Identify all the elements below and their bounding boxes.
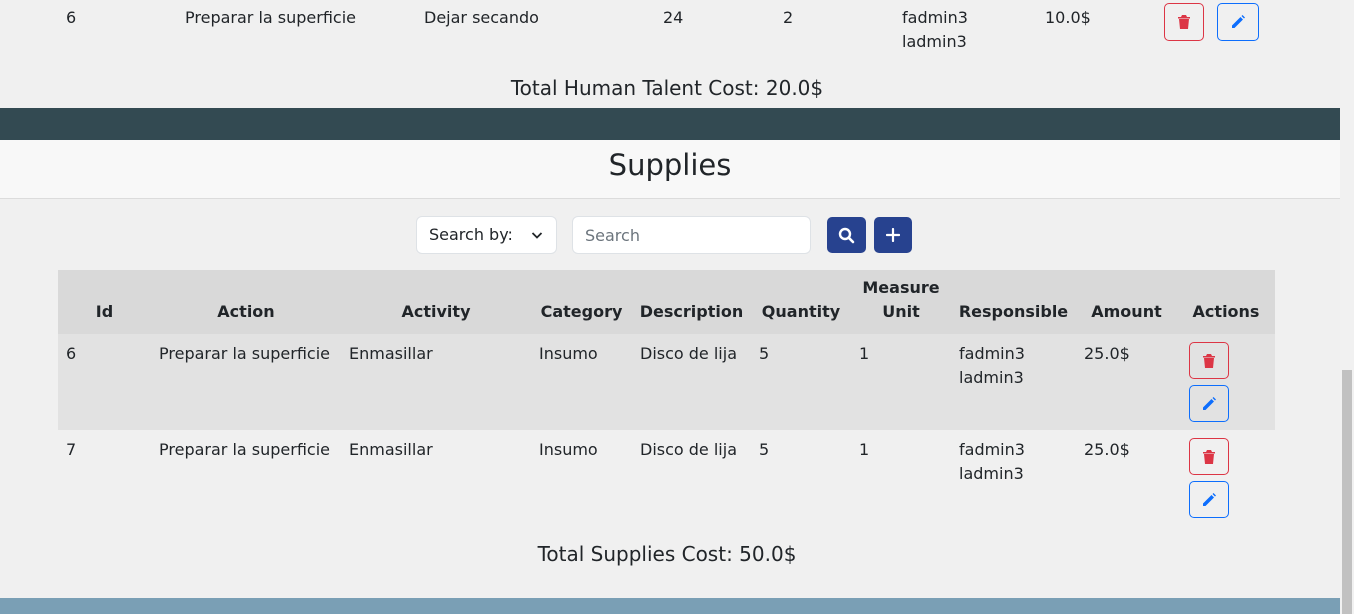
cell-description: Disco de lija — [640, 440, 737, 459]
column-header-action: Action — [217, 302, 275, 321]
supplies-table: Id Action Activity Category Description … — [58, 270, 1275, 526]
table-row: 6 Preparar la superficie Enmasillar Insu… — [58, 334, 1275, 430]
responsible-1: fadmin3 — [959, 344, 1025, 363]
ht-delete-button[interactable] — [1164, 3, 1204, 41]
column-header-activity: Activity — [401, 302, 471, 321]
cell-amount: 25.0$ — [1084, 440, 1130, 459]
trash-icon — [1203, 449, 1215, 464]
column-header-category: Category — [540, 302, 623, 321]
search-button[interactable] — [827, 217, 866, 253]
supplies-total: Total Supplies Cost: 50.0$ — [537, 542, 797, 566]
pencil-icon — [1203, 492, 1216, 506]
search-icon — [838, 227, 855, 243]
ht-people: 2 — [783, 8, 794, 27]
cell-actions — [1177, 430, 1275, 526]
ht-action: Preparar la superficie — [185, 8, 356, 27]
cell-description: Disco de lija — [640, 344, 737, 363]
cell-activity: Enmasillar — [349, 440, 433, 459]
ht-edit-button[interactable] — [1217, 3, 1259, 41]
search-by-label: Search by: — [429, 225, 513, 244]
section-divider-band — [0, 108, 1340, 140]
human-talent-row: 6 Preparar la superficie Dejar secando 2… — [0, 0, 1340, 64]
edit-button[interactable] — [1189, 481, 1229, 518]
column-header-measure-unit: Measure Unit — [851, 270, 951, 334]
trash-icon — [1203, 353, 1215, 368]
column-header-quantity: Quantity — [761, 302, 841, 321]
measure-unit-line-1: Measure — [862, 278, 940, 297]
column-header-description: Description — [639, 302, 744, 321]
cell-responsible: fadmin3 ladmin3 — [951, 334, 1076, 430]
column-header-actions: Actions — [1192, 302, 1260, 321]
add-supply-button[interactable] — [874, 217, 912, 253]
supplies-title: Supplies — [0, 140, 1340, 199]
cell-action: Preparar la superficie — [159, 344, 330, 363]
cell-id: 6 — [66, 344, 77, 363]
cell-quantity: 5 — [759, 344, 770, 363]
pencil-icon — [1232, 15, 1245, 28]
cell-actions — [1177, 334, 1275, 430]
cell-measure-unit: 1 — [859, 440, 870, 459]
cell-category: Insumo — [539, 344, 598, 363]
responsible-2: ladmin3 — [959, 368, 1024, 387]
footer-band — [0, 598, 1340, 614]
delete-button[interactable] — [1189, 342, 1229, 379]
measure-unit-line-2: Unit — [882, 302, 920, 321]
delete-button[interactable] — [1189, 438, 1229, 475]
edit-button[interactable] — [1189, 385, 1229, 422]
pencil-icon — [1203, 396, 1216, 410]
ht-responsible-1: fadmin3 — [902, 8, 968, 27]
search-by-select[interactable]: Search by: — [416, 216, 557, 254]
column-header-id: Id — [95, 302, 114, 321]
responsible-1: fadmin3 — [959, 440, 1025, 459]
ht-responsible-2: ladmin3 — [902, 32, 967, 51]
scrollbar-thumb[interactable] — [1342, 370, 1352, 614]
table-header-row: Id Action Activity Category Description … — [58, 270, 1275, 334]
cell-category: Insumo — [539, 440, 598, 459]
table-row: 7 Preparar la superficie Enmasillar Insu… — [58, 430, 1275, 526]
cell-id: 7 — [66, 440, 77, 459]
plus-icon — [886, 228, 900, 242]
cell-responsible: fadmin3 ladmin3 — [951, 430, 1076, 526]
ht-amount: 10.0$ — [1045, 8, 1091, 27]
responsible-2: ladmin3 — [959, 464, 1024, 483]
cell-amount: 25.0$ — [1084, 344, 1130, 363]
vertical-scrollbar[interactable] — [1340, 0, 1354, 614]
cell-activity: Enmasillar — [349, 344, 433, 363]
column-header-responsible: Responsible — [958, 302, 1069, 321]
cell-quantity: 5 — [759, 440, 770, 459]
trash-icon — [1178, 15, 1190, 29]
ht-id: 6 — [66, 8, 77, 27]
cell-measure-unit: 1 — [859, 344, 870, 363]
human-talent-total: Total Human Talent Cost: 20.0$ — [510, 76, 824, 100]
cell-action: Preparar la superficie — [159, 440, 330, 459]
chevron-down-icon — [531, 232, 543, 239]
search-input[interactable] — [572, 216, 811, 254]
ht-hours: 24 — [663, 8, 684, 27]
column-header-amount: Amount — [1091, 302, 1162, 321]
ht-activity: Dejar secando — [424, 8, 539, 27]
